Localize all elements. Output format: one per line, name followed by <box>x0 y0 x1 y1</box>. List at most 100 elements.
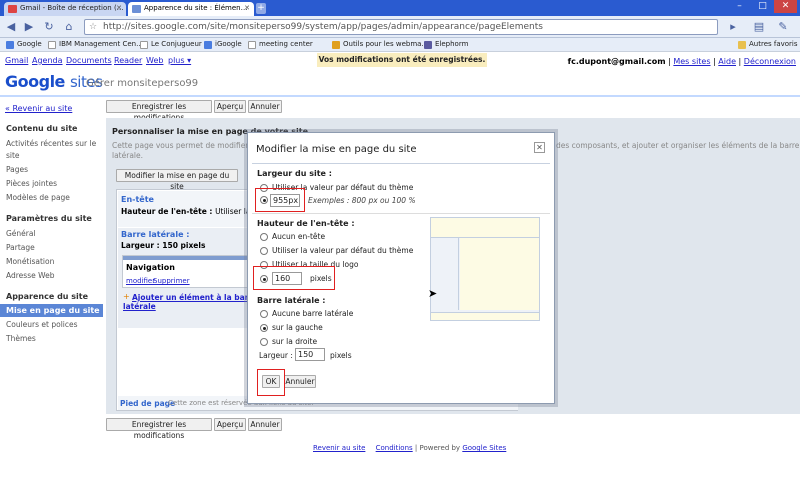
sidebar-item-page-templates[interactable]: Modèles de page <box>6 193 70 202</box>
sidebar-right-radio[interactable] <box>260 338 268 346</box>
sidebar-item-themes[interactable]: Thèmes <box>6 334 36 343</box>
tab-gmail[interactable]: Gmail - Boîte de réception (… ✕ <box>4 2 126 16</box>
tab-site-appearance-label: Apparence du site : Élémen… <box>144 4 248 12</box>
save-changes-button[interactable]: Enregistrer les modifications <box>106 100 212 122</box>
wrench-icon[interactable]: ✎ <box>774 20 792 34</box>
footer-back-link[interactable]: Revenir au site <box>313 444 365 452</box>
page-title: Gérer monsiteperso99 <box>86 78 199 89</box>
no-sidebar-radio[interactable] <box>260 310 268 318</box>
reload-icon[interactable]: ↻ <box>42 20 56 34</box>
address-text: http://sites.google.com/site/monsitepers… <box>103 22 543 32</box>
address-bar[interactable]: ☆ http://sites.google.com/site/monsitepe… <box>84 19 718 35</box>
header-section-title: En-tête <box>121 195 154 204</box>
sidebar-item-recent-activity[interactable]: Activités récentes sur le <box>6 139 96 148</box>
navigation-modify-link[interactable]: modifier <box>126 277 155 285</box>
sidebar-section-appearance: Apparence du site <box>6 292 89 301</box>
widget-drag-handle[interactable] <box>123 256 261 260</box>
page-menu-icon[interactable]: ▤ <box>750 20 768 34</box>
highlight-header-height <box>253 266 335 290</box>
bookmark-igoogle[interactable]: iGoogle <box>204 40 242 49</box>
tools-icon <box>332 41 340 49</box>
no-header-label: Aucun en-tête <box>272 232 326 241</box>
home-icon[interactable]: ⌂ <box>62 20 76 34</box>
add-sidebar-element-link[interactable]: Ajouter un élément à la barre <box>132 293 257 302</box>
bookmark-meeting-center[interactable]: meeting center <box>248 40 313 49</box>
navigation-title: Navigation <box>126 263 175 272</box>
gbar-link-web[interactable]: Web <box>146 56 163 65</box>
sidebar-left-label: sur la gauche <box>272 323 323 332</box>
minimize-icon[interactable]: – <box>728 0 751 13</box>
bookmark-star-icon[interactable]: ☆ <box>89 20 97 34</box>
page-icon <box>140 41 148 49</box>
other-bookmarks[interactable]: Autres favoris <box>738 40 798 49</box>
footer-conditions-link[interactable]: Conditions <box>376 444 413 452</box>
header-theme-default-radio[interactable] <box>260 247 268 255</box>
browser-nav-bar: ◀ ▶ ↻ ⌂ ☆ http://sites.google.com/site/m… <box>0 16 800 38</box>
google-icon <box>6 41 14 49</box>
sidebar-item-sharing[interactable]: Partage <box>6 243 35 252</box>
sidebar-item-attachments[interactable]: Pièces jointes <box>6 179 57 188</box>
thumbnail-footer <box>431 312 539 320</box>
my-sites-link[interactable]: Mes sites <box>673 57 710 66</box>
footer-google-sites-link[interactable]: Google Sites <box>462 444 506 452</box>
close-window-icon[interactable]: ✕ <box>774 0 797 13</box>
go-arrow-icon[interactable]: ▸ <box>726 20 740 34</box>
cancel-button-bottom[interactable]: Annuler <box>248 418 282 431</box>
new-tab-button[interactable]: + <box>256 3 266 14</box>
sidebar-width-label: Largeur : 150 pixels <box>121 241 206 250</box>
bookmarks-bar: Google IBM Management Cen… Le Conjugueur… <box>0 38 800 52</box>
cancel-button[interactable]: Annuler <box>248 100 282 113</box>
forward-arrow-icon[interactable]: ▶ <box>22 20 36 34</box>
gbar-link-documents[interactable]: Documents <box>66 56 112 65</box>
gbar-link-agenda[interactable]: Agenda <box>32 56 63 65</box>
sidebar-section-settings: Paramètres du site <box>6 214 92 223</box>
navigation-delete-link[interactable]: Supprimer <box>153 277 190 285</box>
add-sidebar-element-link-cont[interactable]: latérale <box>123 302 156 311</box>
panel-description: Cette page vous permet de modifier la <box>112 141 258 150</box>
header-theme-default-label: Utiliser la valeur par défaut du thème <box>272 246 414 255</box>
logo-google: Google <box>5 72 65 91</box>
gbar-link-more[interactable]: plus ▾ <box>168 56 191 65</box>
bookmark-conjugueur[interactable]: Le Conjugueur <box>140 40 202 49</box>
dialog-cancel-button[interactable]: Annuler <box>284 375 316 388</box>
footer-powered-text: | Powered by <box>414 444 461 452</box>
sidebar-item-colors-fonts[interactable]: Couleurs et polices <box>6 320 78 329</box>
no-header-radio[interactable] <box>260 233 268 241</box>
width-examples: Exemples : 800 px ou 100 % <box>308 196 416 205</box>
sidebar-item-general[interactable]: Général <box>6 229 36 238</box>
gbar-link-gmail[interactable]: Gmail <box>5 56 28 65</box>
sidebar-item-recent-activity-cont[interactable]: site <box>6 151 20 160</box>
maximize-icon[interactable]: □ <box>751 0 774 13</box>
save-changes-button-bottom[interactable]: Enregistrer les modifications <box>106 418 212 440</box>
back-arrow-icon[interactable]: ◀ <box>4 20 18 34</box>
sidebar-item-web-address[interactable]: Adresse Web <box>6 271 54 280</box>
gbar-link-reader[interactable]: Reader <box>114 56 142 65</box>
sidebar-left-radio[interactable] <box>260 324 268 332</box>
close-tab-icon[interactable]: ✕ <box>244 4 250 12</box>
preview-button[interactable]: Aperçu <box>214 100 246 113</box>
bookmark-elephorm[interactable]: Elephorm <box>424 40 468 49</box>
logout-link[interactable]: Déconnexion <box>744 57 796 66</box>
saved-notice: Vos modifications ont été enregistrées. <box>317 53 487 67</box>
modify-layout-button[interactable]: Modifier la mise en page du site <box>116 169 238 191</box>
help-link[interactable]: Aide <box>718 57 736 66</box>
navigation-widget[interactable]: Navigation modifier Supprimer <box>122 255 262 288</box>
sidebar-item-site-layout[interactable]: Mise en page du site <box>0 304 103 317</box>
header-section[interactable]: En-tête Hauteur de l'en-tête : Utiliser … <box>118 191 266 227</box>
footer-section-title: Pied de page <box>120 399 176 408</box>
preview-button-bottom[interactable]: Aperçu <box>214 418 246 431</box>
sidebar-item-pages[interactable]: Pages <box>6 165 28 174</box>
dialog-divider <box>252 163 550 164</box>
back-to-site-link[interactable]: « Revenir au site <box>5 104 72 113</box>
close-icon[interactable]: ✕ <box>534 142 545 153</box>
bookmark-ibm[interactable]: IBM Management Cen… <box>48 40 143 49</box>
sidebar-item-monetization[interactable]: Monétisation <box>6 257 54 266</box>
tab-site-appearance[interactable]: Apparence du site : Élémen… ✕ <box>128 2 254 16</box>
page-icon <box>48 41 56 49</box>
bookmark-webmaster-tools[interactable]: Outils pour les webma… <box>332 40 428 49</box>
sidebar-width-input[interactable]: 150 <box>295 348 325 361</box>
close-tab-icon[interactable]: ✕ <box>116 4 122 12</box>
site-width-heading: Largeur du site : <box>257 169 332 178</box>
thumbnail-header <box>431 218 539 238</box>
bookmark-google[interactable]: Google <box>6 40 42 49</box>
